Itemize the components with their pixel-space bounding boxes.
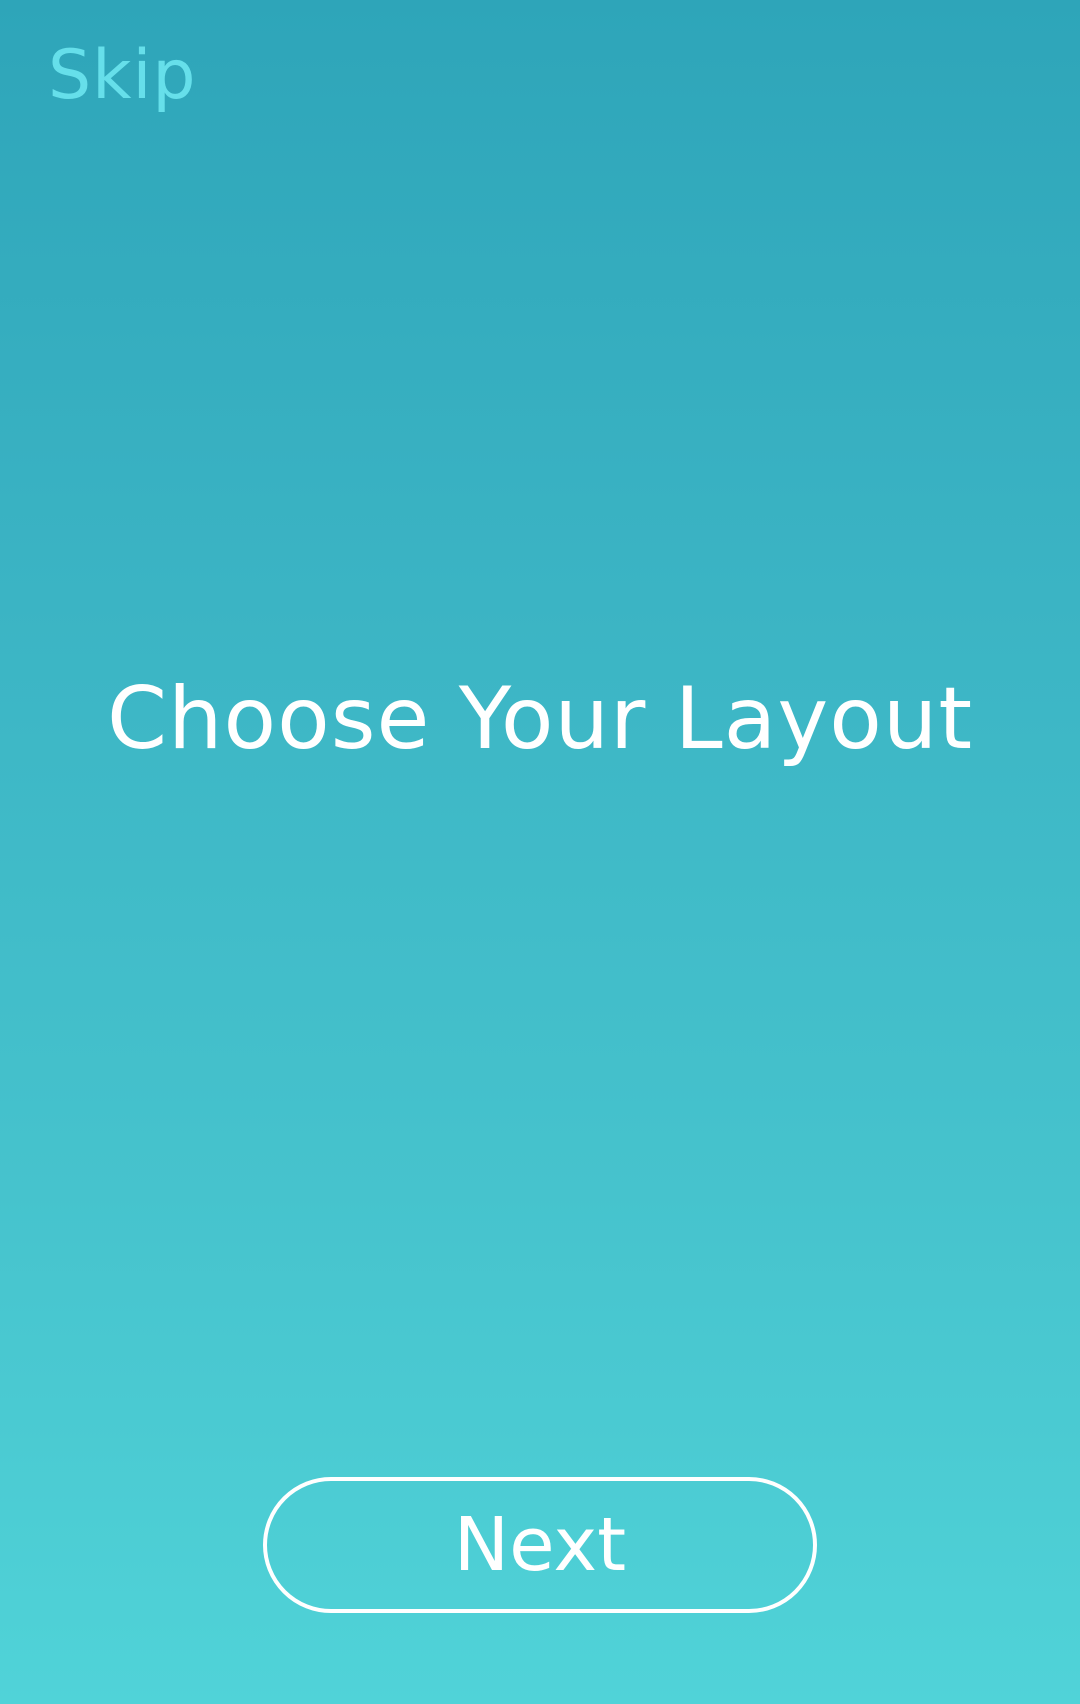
page-title: Choose Your Layout (106, 669, 974, 769)
next-button[interactable]: Next (263, 1477, 817, 1613)
next-button-label: Next (453, 1502, 627, 1588)
skip-button[interactable]: Skip (48, 42, 197, 110)
